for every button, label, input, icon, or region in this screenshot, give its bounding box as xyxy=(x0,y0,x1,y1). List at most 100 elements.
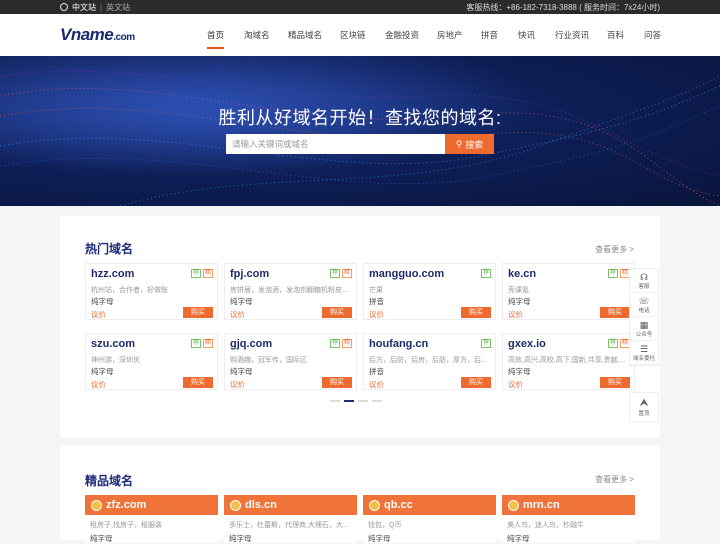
premium-card-header: zfz.com xyxy=(85,495,218,515)
search-button[interactable]: ⚲ 搜索 xyxy=(445,134,494,154)
domain-name[interactable]: houfang.cn xyxy=(369,338,428,350)
premium-domain-card[interactable]: qb.cc 钱包，Q币 纯字母 xyxy=(363,495,496,543)
buy-button[interactable]: 购买 xyxy=(461,307,491,318)
nav-item-5[interactable]: 房地产 xyxy=(437,14,463,56)
nav-item-10[interactable]: 问答 xyxy=(644,14,661,56)
premium-domain-card[interactable]: zfz.com 租房子,找房子，租服装 纯字母 xyxy=(85,495,218,543)
search-icon: ⚲ xyxy=(455,138,463,149)
tag-badge: 荐 xyxy=(607,339,618,348)
float-item-2[interactable]: ▦ 公众号 xyxy=(630,317,658,341)
premium-card-header: dls.cn xyxy=(224,495,357,515)
tag-badge: 荐 xyxy=(329,339,340,348)
hot-more-link[interactable]: 查看更多 > xyxy=(595,244,634,255)
medal-icon xyxy=(230,499,241,511)
carousel-dot[interactable] xyxy=(330,400,340,402)
premium-domain-name[interactable]: zfz.com xyxy=(106,499,146,511)
back-to-top-button[interactable]: ⮝ 置顶 xyxy=(629,392,659,422)
premium-domain-name[interactable]: qb.cc xyxy=(384,499,413,511)
nav-item-6[interactable]: 拼音 xyxy=(481,14,498,56)
domain-card[interactable]: hzz.com 荐精 杭州站，合作者，好做账 纯字母 议价 购买 xyxy=(85,263,218,320)
phone-icon: ☏ xyxy=(638,295,650,306)
domain-card[interactable]: gjq.com 荐精 购酒趣，冠军传，国际区 纯字母 议价 购买 xyxy=(224,333,357,390)
search-input[interactable]: 请输入关键词或域名 xyxy=(226,134,445,154)
domain-name[interactable]: gjq.com xyxy=(230,338,272,350)
tag-badge: 荐 xyxy=(190,269,201,278)
domain-price: 议价 xyxy=(230,380,245,389)
lang-cn-link[interactable]: 中文站 xyxy=(72,2,96,13)
premium-domain-card[interactable]: mrn.cn 美人鸟，迷人鸟，秒融牛 纯字母 xyxy=(502,495,635,543)
domain-type: 纯字母 xyxy=(230,367,253,376)
domain-desc: 房拼居，发泡酒，发泡剂翻糖机粉皮... xyxy=(230,287,348,294)
logo[interactable]: Vname.com xyxy=(60,25,135,45)
hot-domains-title: 热门域名 xyxy=(85,242,134,256)
buy-button[interactable]: 购买 xyxy=(600,377,630,388)
domain-desc: 购酒趣，冠军传，国际区 xyxy=(230,357,307,364)
buy-button[interactable]: 购买 xyxy=(183,307,213,318)
domain-card[interactable]: mangguo.com 荐 芒果 拼音 议价 购买 xyxy=(363,263,496,320)
domain-name[interactable]: ke.cn xyxy=(508,268,536,280)
buy-button[interactable]: 购买 xyxy=(183,377,213,388)
buy-button[interactable]: 购买 xyxy=(322,377,352,388)
nav-item-4[interactable]: 金融投资 xyxy=(385,14,419,56)
float-item-0[interactable]: ☊ 客服 xyxy=(630,269,658,293)
premium-card-header: mrn.cn xyxy=(502,495,635,515)
domain-desc: 壳课氪 xyxy=(508,287,529,294)
lang-en-link[interactable]: 英文站 xyxy=(106,2,130,13)
domain-card[interactable]: houfang.cn 荐 后方，后防，后房，后肪，厚方，后... 拼音 议价 购… xyxy=(363,333,496,390)
premium-more-link[interactable]: 查看更多 > xyxy=(595,474,634,485)
domain-name[interactable]: hzz.com xyxy=(91,268,134,280)
nav-item-2[interactable]: 精品域名 xyxy=(288,14,322,56)
premium-domain-name[interactable]: mrn.cn xyxy=(523,499,560,511)
nav-item-8[interactable]: 行业资讯 xyxy=(555,14,589,56)
domain-card[interactable]: ke.cn 荐精 壳课氪 纯字母 议价 购买 xyxy=(502,263,635,320)
premium-domain-desc: 租房子,找房子，租服装 xyxy=(90,522,162,529)
carousel-dot[interactable] xyxy=(372,400,382,402)
nav-item-0[interactable]: 首页 xyxy=(207,21,225,49)
domain-price: 议价 xyxy=(508,380,523,389)
carousel-dot[interactable] xyxy=(358,400,368,402)
float-item-label: 客服 xyxy=(638,283,650,290)
search-button-label: 搜索 xyxy=(465,139,484,150)
carousel-dots xyxy=(330,400,382,402)
domain-name[interactable]: gxex.io xyxy=(508,338,546,350)
domain-desc: 杭州站，合作者，好做账 xyxy=(91,287,168,294)
domain-name[interactable]: fpj.com xyxy=(230,268,269,280)
domain-name[interactable]: mangguo.com xyxy=(369,268,444,280)
domain-tags: 荐精 xyxy=(607,339,630,348)
tag-badge: 精 xyxy=(202,339,213,348)
domain-type: 拼音 xyxy=(369,297,384,306)
carousel-dot-active[interactable] xyxy=(344,400,354,402)
logo-suffix: .com xyxy=(113,32,135,43)
premium-domain-card[interactable]: dls.cn 多乐士，杜蕾斯，代理商,大理石，大... 纯字母 xyxy=(224,495,357,543)
tag-badge: 荐 xyxy=(607,269,618,278)
nav-item-1[interactable]: 淘域名 xyxy=(244,14,270,56)
hot-domains-section: 热门域名 查看更多 > hzz.com 荐精 杭州站，合作者，好做账 纯字母 议… xyxy=(60,216,660,438)
domain-tags: 荐精 xyxy=(190,269,213,278)
tag-badge: 荐 xyxy=(480,269,491,278)
domain-card[interactable]: fpj.com 荐精 房拼居，发泡酒，发泡剂翻糖机粉皮... 纯字母 议价 购买 xyxy=(224,263,357,320)
domain-price: 议价 xyxy=(230,310,245,319)
nav-item-7[interactable]: 快讯 xyxy=(518,14,535,56)
main-nav: Vname.com 首页 淘域名 精品域名 区块链 金融投资 房地产 拼音 快讯 行业资讯 百科问… xyxy=(0,14,720,56)
tag-badge: 荐 xyxy=(480,339,491,348)
buy-button[interactable]: 购买 xyxy=(600,307,630,318)
domain-price: 议价 xyxy=(369,310,384,319)
buy-button[interactable]: 购买 xyxy=(461,377,491,388)
float-item-1[interactable]: ☏ 电话 xyxy=(630,293,658,317)
nav-item-3[interactable]: 区块链 xyxy=(340,14,366,56)
domain-card[interactable]: gxex.io 荐精 高效,高兴,高校,高下,国新,共享,贵献,... 纯字母 … xyxy=(502,333,635,390)
premium-domains-title: 精品域名 xyxy=(85,474,134,488)
domain-name[interactable]: szu.com xyxy=(91,338,135,350)
float-item-3[interactable]: ☰ 域名委托 xyxy=(630,341,658,365)
domain-tags: 荐 xyxy=(480,269,491,278)
premium-domain-desc: 钱包，Q币 xyxy=(368,522,402,529)
top-bar: 中文站 | 英文站 客服热线：+86-182-7318-3888 ( 服务时间：… xyxy=(0,0,720,14)
buy-button[interactable]: 购买 xyxy=(322,307,352,318)
nav-item-9[interactable]: 百科 xyxy=(607,14,624,56)
premium-domain-name[interactable]: dls.cn xyxy=(245,499,277,511)
hero-banner: 胜利从好域名开始！查找您的域名: 请输入关键词或域名 ⚲ 搜索 xyxy=(0,56,720,206)
domain-price: 议价 xyxy=(91,310,106,319)
medal-icon xyxy=(91,499,102,511)
domain-type: 纯字母 xyxy=(91,367,114,376)
domain-card[interactable]: szu.com 荐精 神州游，深圳优 纯字母 议价 购买 xyxy=(85,333,218,390)
